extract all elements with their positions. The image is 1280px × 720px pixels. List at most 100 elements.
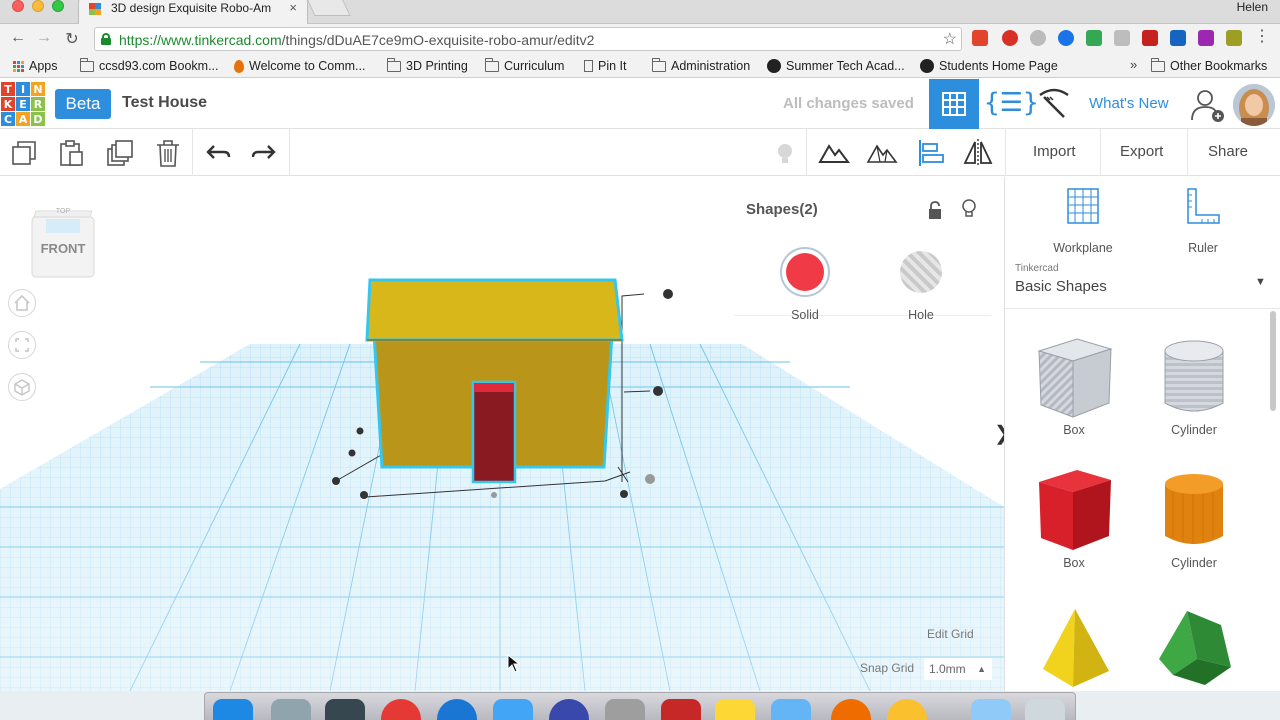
bookmark-3d-printing[interactable]: 3D Printing <box>387 57 468 74</box>
dictionary-icon[interactable] <box>661 699 701 720</box>
bookmark-pin-it[interactable]: Pin It <box>584 58 627 74</box>
panel-scrollbar[interactable] <box>1270 311 1276 411</box>
bookmark-welcome[interactable]: Welcome to Comm... <box>234 58 365 74</box>
import-button[interactable]: Import <box>1033 143 1076 160</box>
preview-icon[interactable] <box>605 699 645 720</box>
mirror-button[interactable] <box>962 137 994 169</box>
codeblocks-button[interactable]: {☰} <box>984 88 1039 120</box>
align-button[interactable] <box>915 137 947 169</box>
extension-purple-icon[interactable] <box>1198 30 1214 46</box>
share-button[interactable]: Share <box>1208 143 1248 160</box>
downloads-folder-icon[interactable] <box>971 699 1011 720</box>
bookmark-summer-tech[interactable]: Summer Tech Acad... <box>767 58 905 74</box>
browser-tab[interactable]: 3D design Exquisite Robo-Am × <box>78 0 308 24</box>
bookmark-curriculum[interactable]: Curriculum <box>485 57 564 74</box>
bookmark-students-home[interactable]: Students Home Page <box>920 58 1058 74</box>
collapse-panel-button[interactable]: ❯ <box>994 419 1004 451</box>
browser-user-name[interactable]: Helen <box>1237 0 1268 14</box>
minecraft-button[interactable] <box>1036 87 1072 121</box>
tinkercad-logo[interactable]: TIN KER CAD <box>1 82 45 126</box>
extension-olive-icon[interactable] <box>1226 30 1242 46</box>
extension-plus-icon[interactable] <box>1086 30 1102 46</box>
mirror-icon <box>963 139 993 167</box>
window-maximize-button[interactable] <box>52 0 64 12</box>
snap-grid-select[interactable]: 1.0mm ▲ <box>924 658 992 680</box>
word-icon[interactable] <box>493 699 533 720</box>
extension-grey-icon[interactable] <box>1114 30 1130 46</box>
hole-button[interactable] <box>900 251 942 293</box>
solid-button[interactable] <box>780 247 830 297</box>
extension-new-icon[interactable] <box>972 30 988 46</box>
hide-button[interactable] <box>866 137 898 169</box>
launchpad-icon[interactable] <box>271 699 311 720</box>
pages-icon[interactable] <box>771 699 811 720</box>
redo-button[interactable] <box>248 137 280 169</box>
ibooks-icon[interactable] <box>887 699 927 720</box>
library-dropdown-icon[interactable]: ▼ <box>1255 276 1266 288</box>
show-all-button[interactable] <box>818 137 850 169</box>
secure-lock-icon <box>101 33 111 45</box>
bookmark-ccsd93[interactable]: ccsd93.com Bookm... <box>80 57 219 74</box>
extension-red-icon[interactable] <box>1142 30 1158 46</box>
bookmark-label: Pin It <box>598 59 627 73</box>
shape-cylinder-hole[interactable]: Cylinder <box>1149 333 1239 453</box>
new-tab-button[interactable] <box>305 0 351 16</box>
reload-button[interactable]: ↻ <box>62 29 82 49</box>
logo-letter: I <box>16 82 30 96</box>
view-cube[interactable]: FRONT TOP <box>30 207 96 281</box>
bookmark-star-icon[interactable]: ☆ <box>943 29 957 49</box>
notes-button[interactable] <box>769 137 801 169</box>
fit-view-button[interactable] <box>8 331 36 359</box>
app-circle-icon[interactable] <box>549 699 589 720</box>
forward-button[interactable]: → <box>34 29 54 47</box>
library-select[interactable]: Basic Shapes <box>1015 278 1107 295</box>
lock-button[interactable] <box>927 200 943 220</box>
duplicate-button[interactable] <box>104 137 136 169</box>
shape-box[interactable]: Box <box>1029 466 1119 586</box>
window-minimize-button[interactable] <box>32 0 44 12</box>
extension-circle-icon[interactable] <box>1058 30 1074 46</box>
bookmark-other[interactable]: Other Bookmarks <box>1151 57 1267 74</box>
export-button[interactable]: Export <box>1120 143 1163 160</box>
browser-menu-icon[interactable]: ⋮ <box>1254 29 1270 45</box>
add-collaborator-button[interactable] <box>1188 88 1228 122</box>
edit-grid-button[interactable]: Edit Grid <box>927 627 974 641</box>
activity-monitor-icon[interactable] <box>325 699 365 720</box>
tab-close-icon[interactable]: × <box>289 0 297 15</box>
copy-button[interactable] <box>8 137 40 169</box>
shape-box-hole[interactable]: Box <box>1029 333 1119 453</box>
back-button[interactable]: ← <box>8 29 28 47</box>
3d-workspace[interactable]: FRONT TOP Shapes(2) Solid Hole Edit Grid… <box>0 177 1004 691</box>
safari-icon[interactable] <box>437 699 477 720</box>
undo-button[interactable] <box>202 137 234 169</box>
chrome-icon[interactable] <box>381 699 421 720</box>
paste-button[interactable] <box>55 137 87 169</box>
user-avatar[interactable] <box>1233 84 1275 126</box>
inspector-light-button[interactable] <box>960 198 978 220</box>
delete-button[interactable] <box>152 137 184 169</box>
extension-cloud-icon[interactable] <box>1030 30 1046 46</box>
3d-view-button[interactable] <box>929 79 979 129</box>
door-model[interactable] <box>471 380 517 484</box>
beta-badge: Beta <box>55 89 111 119</box>
finder-icon[interactable] <box>213 699 253 720</box>
perspective-button[interactable] <box>8 373 36 401</box>
shape-roof[interactable] <box>1149 609 1239 691</box>
extension-blue-icon[interactable] <box>1170 30 1186 46</box>
bookmarks-overflow-button[interactable]: » <box>1130 57 1137 72</box>
whats-new-link[interactable]: What's New <box>1089 95 1169 112</box>
home-view-button[interactable] <box>8 289 36 317</box>
adblock-icon[interactable] <box>1002 30 1018 46</box>
url-input[interactable]: https://www.tinkercad.com/things/dDuAE7c… <box>94 27 962 51</box>
photos-icon[interactable] <box>831 699 871 720</box>
shapes-panel: Workplane Ruler Tinkercad Basic Shapes ▼… <box>1004 177 1280 691</box>
shape-cylinder[interactable]: Cylinder <box>1149 466 1239 586</box>
bookmark-apps[interactable]: Apps <box>12 58 58 74</box>
bookmark-administration[interactable]: Administration <box>652 57 750 74</box>
window-close-button[interactable] <box>12 0 24 12</box>
stickies-icon[interactable] <box>715 699 755 720</box>
trash-dock-icon[interactable] <box>1025 699 1065 720</box>
save-status: All changes saved <box>783 95 914 112</box>
shape-pyramid[interactable] <box>1029 609 1119 691</box>
project-title[interactable]: Test House <box>122 94 207 112</box>
